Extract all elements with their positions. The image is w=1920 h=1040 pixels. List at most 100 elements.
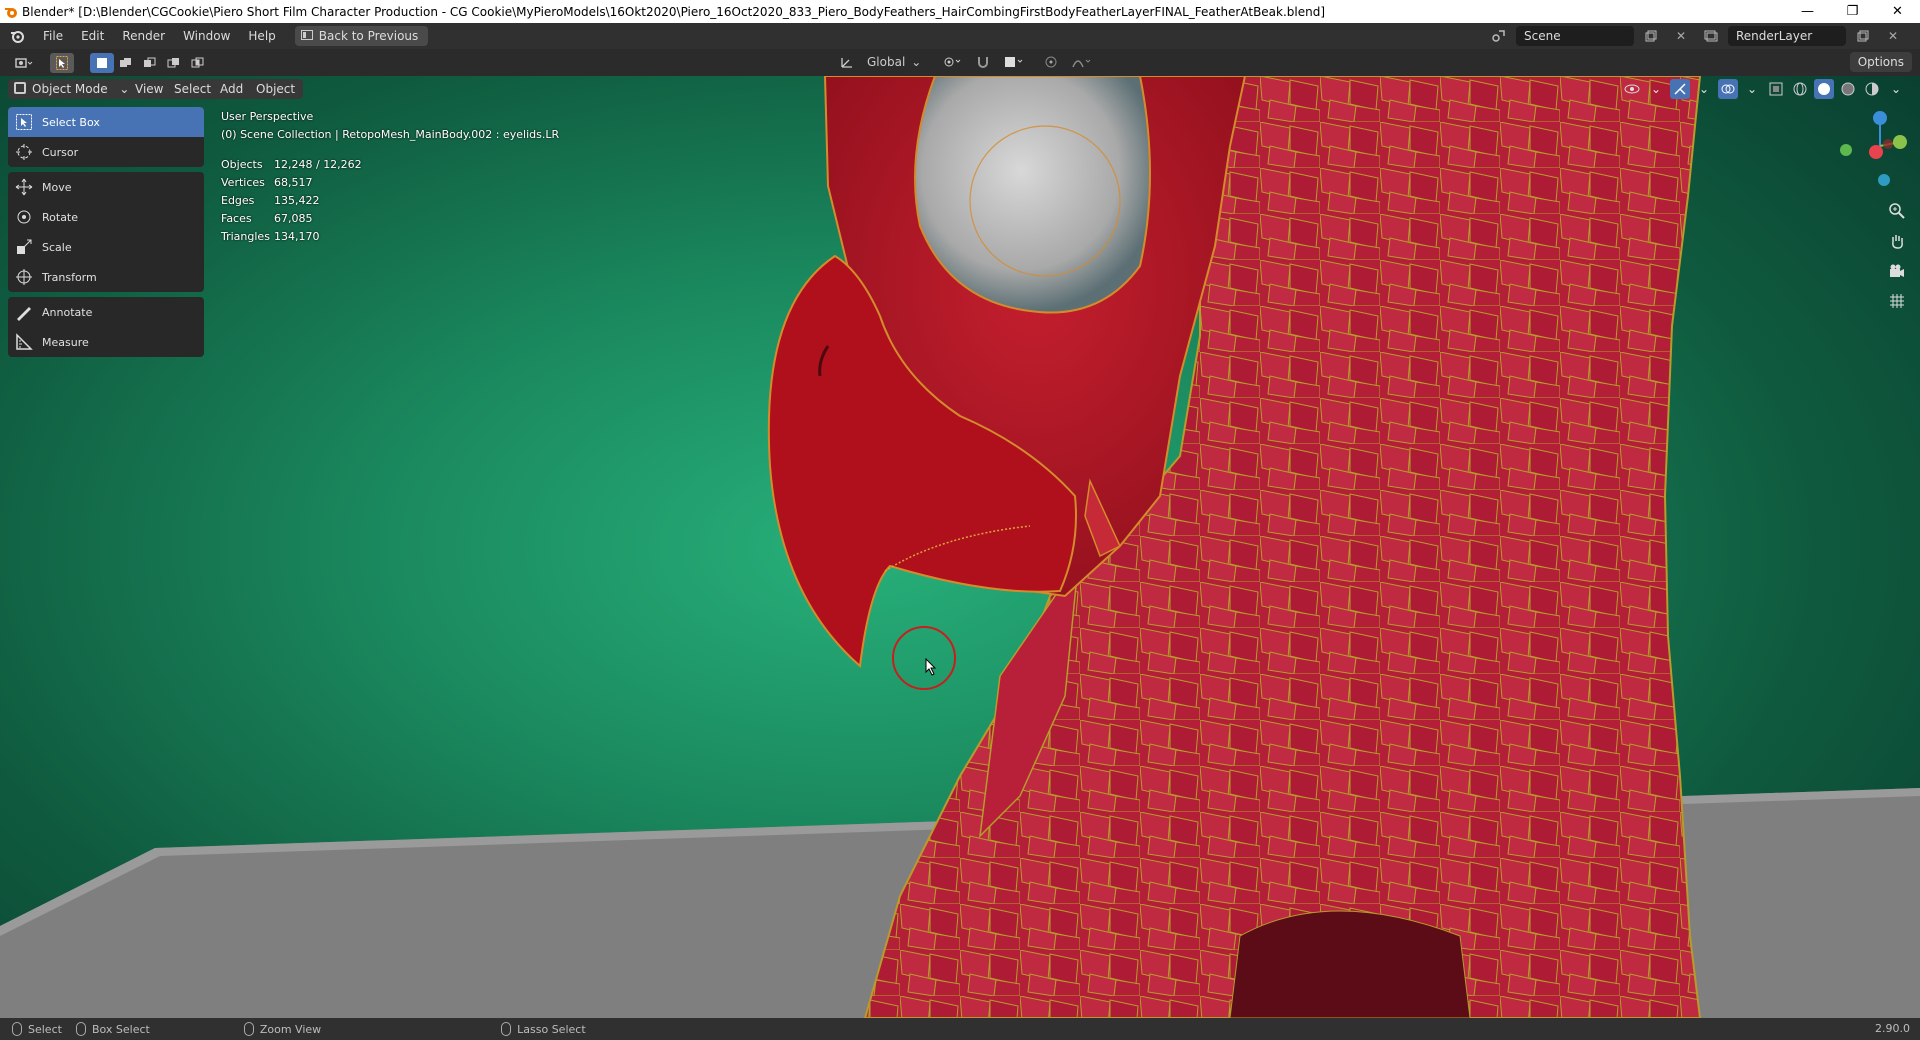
top-menu-bar: File Edit Render Window Help Back to Pre…: [0, 23, 1920, 49]
stat-value: 134,170: [274, 230, 320, 243]
tool-label: Select Box: [42, 115, 100, 129]
rendered-shading-icon[interactable]: [1862, 79, 1882, 99]
snap-icon[interactable]: [971, 52, 995, 72]
3d-viewport[interactable]: Object Mode ⌄ View Select Add Object ⌄ ⌄…: [0, 76, 1920, 1018]
scale-icon: [14, 237, 34, 257]
select-extend-icon[interactable]: [114, 53, 138, 73]
rotate-icon: [14, 207, 34, 227]
move-icon: [14, 177, 34, 197]
active-tool-icon[interactable]: [50, 52, 74, 73]
navigation-gizmo[interactable]: [1820, 106, 1910, 196]
object-mode-icon: [14, 82, 26, 94]
camera-view-icon[interactable]: [1886, 256, 1908, 286]
stat-label: Objects: [221, 158, 263, 171]
tool-measure[interactable]: Measure: [8, 327, 204, 357]
new-render-layer-icon[interactable]: [1850, 26, 1876, 46]
tool-label: Rotate: [42, 210, 79, 224]
mouse-middle-icon: [243, 1022, 254, 1036]
tool-transform[interactable]: Transform: [8, 262, 204, 292]
options-dropdown[interactable]: Options: [1849, 52, 1912, 72]
blender-menu-icon[interactable]: [0, 29, 34, 43]
render-layer-browse-icon[interactable]: [1698, 26, 1724, 46]
select-invert-icon[interactable]: [162, 53, 186, 73]
chevron-down-icon[interactable]: ⌄: [1742, 79, 1762, 99]
status-zoom-view-label: Zoom View: [259, 1022, 322, 1036]
gizmo-neg-y-axis[interactable]: [1840, 144, 1852, 156]
xray-toggle-icon[interactable]: [1766, 79, 1786, 99]
back-to-previous-button[interactable]: Back to Previous: [294, 26, 429, 46]
tool-annotate[interactable]: Annotate: [8, 297, 204, 327]
tool-shelf: Select Box Cursor Move Rotate Scale Tran…: [8, 107, 204, 362]
gizmo-z-axis[interactable]: [1873, 111, 1887, 125]
chevron-down-icon[interactable]: ⌄: [1886, 79, 1906, 99]
tool-move[interactable]: Move: [8, 172, 204, 202]
viewport-header: Object Mode ⌄ View Select Add Object ⌄ ⌄…: [0, 76, 1920, 102]
delete-scene-icon[interactable]: ✕: [1668, 26, 1694, 46]
menu-file[interactable]: File: [34, 25, 72, 47]
proportional-falloff-icon[interactable]: [1067, 52, 1097, 72]
tool-rotate[interactable]: Rotate: [8, 202, 204, 232]
menu-edit[interactable]: Edit: [72, 25, 113, 47]
transform-orientation-dropdown[interactable]: Global ⌄: [863, 52, 925, 72]
minimize-button[interactable]: —: [1785, 0, 1830, 23]
snap-target-icon[interactable]: [999, 52, 1029, 72]
pan-hand-icon[interactable]: [1886, 226, 1908, 256]
mouse-drag-icon: [75, 1022, 86, 1036]
viewport-menu-view[interactable]: View: [127, 79, 172, 99]
status-box-select-label: Box Select: [91, 1022, 150, 1036]
material-shading-icon[interactable]: [1838, 79, 1858, 99]
viewport-info-overlay: User Perspective (0) Scene Collection | …: [221, 108, 559, 246]
editor-type-icon[interactable]: [8, 53, 40, 73]
chevron-down-icon[interactable]: ⌄: [1646, 79, 1666, 99]
pivot-point-icon[interactable]: [937, 52, 967, 72]
render-layer-field[interactable]: RenderLayer: [1728, 26, 1846, 46]
chevron-down-icon: ⌄: [911, 55, 922, 69]
tool-scale[interactable]: Scale: [8, 232, 204, 262]
mouse-pointer-icon: [925, 657, 937, 679]
object-mode-dropdown[interactable]: Object Mode ⌄: [8, 79, 138, 99]
status-lasso-select-label: Lasso Select: [517, 1022, 586, 1036]
window-titlebar: Blender* [D:\Blender\CGCookie\Piero Shor…: [0, 0, 1920, 23]
new-scene-icon[interactable]: [1638, 26, 1664, 46]
status-select-label: Select: [28, 1022, 62, 1036]
perspective-label: User Perspective: [221, 110, 314, 123]
select-new-icon[interactable]: [90, 52, 114, 73]
menu-window[interactable]: Window: [174, 25, 239, 47]
proportional-edit-icon[interactable]: [1039, 52, 1063, 72]
delete-render-layer-icon[interactable]: ✕: [1880, 26, 1906, 46]
menu-render[interactable]: Render: [113, 25, 174, 47]
scene-field[interactable]: Scene: [1516, 26, 1634, 46]
mouse-left-icon: [12, 1022, 22, 1036]
stat-value: 67,085: [274, 212, 313, 225]
gizmo-neg-x-axis[interactable]: [1883, 139, 1893, 149]
visibility-icon[interactable]: [1622, 79, 1642, 99]
ortho-grid-icon[interactable]: [1886, 286, 1908, 316]
tool-label: Annotate: [42, 305, 93, 319]
wireframe-shading-icon[interactable]: [1790, 79, 1810, 99]
gizmo-neg-z-axis[interactable]: [1878, 174, 1890, 186]
tool-select-box[interactable]: Select Box: [8, 107, 204, 137]
solid-shading-icon[interactable]: [1814, 79, 1834, 99]
select-intersect-icon[interactable]: [186, 53, 210, 73]
stat-value: 12,248 / 12,262: [274, 158, 362, 171]
stat-label: Edges: [221, 194, 255, 207]
tool-label: Scale: [42, 240, 72, 254]
viewport-menu-object[interactable]: Object: [248, 79, 304, 99]
viewport-menu-add[interactable]: Add: [212, 79, 252, 99]
chevron-down-icon[interactable]: ⌄: [1694, 79, 1714, 99]
scene-browse-icon[interactable]: [1486, 26, 1512, 46]
overlays-toggle-icon[interactable]: [1718, 79, 1738, 99]
gizmo-x-axis[interactable]: [1869, 145, 1883, 159]
restore-button[interactable]: ❐: [1830, 0, 1875, 23]
close-button[interactable]: ✕: [1875, 0, 1920, 23]
tool-header: Global ⌄ Options: [0, 49, 1920, 76]
select-subtract-icon[interactable]: [138, 53, 162, 73]
menu-help[interactable]: Help: [239, 25, 284, 47]
zoom-icon[interactable]: [1886, 196, 1908, 226]
blender-version: 2.90.0: [1875, 1022, 1910, 1035]
gizmo-y-axis[interactable]: [1893, 135, 1907, 149]
gizmo-toggle-icon[interactable]: [1670, 79, 1690, 99]
tool-cursor[interactable]: Cursor: [8, 137, 204, 167]
cursor-icon: [14, 142, 34, 162]
active-collection-label: (0) Scene Collection | RetopoMesh_MainBo…: [221, 128, 560, 141]
